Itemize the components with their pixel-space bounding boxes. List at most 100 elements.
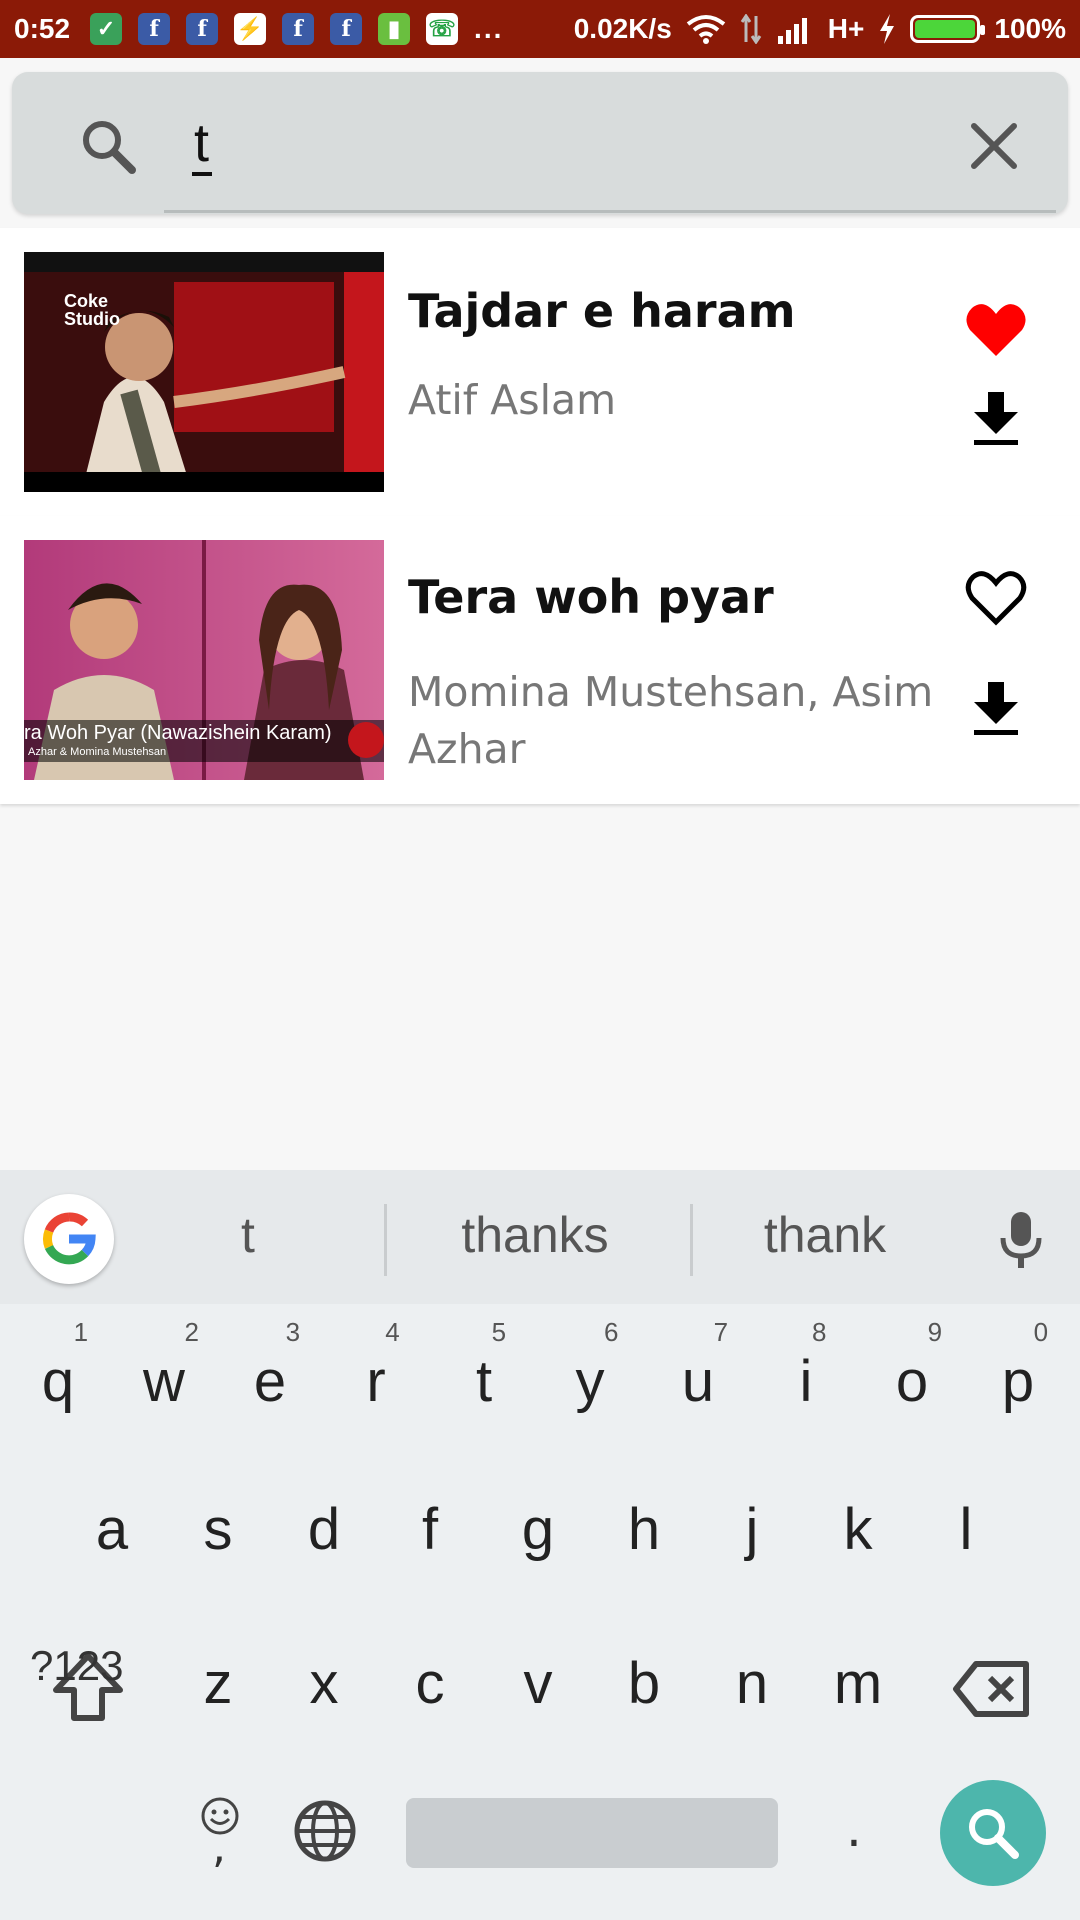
key-o[interactable]: o9 [872,1317,952,1415]
heart-outline-icon[interactable] [964,568,1028,628]
key-label: y6 [575,1317,619,1414]
key-h[interactable]: h [604,1496,684,1563]
suggestion-1[interactable]: t [200,1206,296,1264]
key-label: z [203,1651,233,1716]
key-label: q1 [41,1317,89,1414]
data-arrows-icon [740,14,762,44]
key-label: k [843,1497,873,1562]
key-p[interactable]: p0 [978,1317,1058,1415]
key-l[interactable]: l [926,1496,1006,1563]
key-k[interactable]: k [818,1496,898,1563]
battery-app-icon: ▮ [378,13,411,45]
text-cursor [192,172,212,176]
key-hint: 2 [184,1317,199,1347]
key-label: u7 [681,1317,729,1414]
heart-filled-icon[interactable] [964,300,1028,360]
key-label: a [95,1497,129,1562]
key-hint: 1 [73,1317,89,1347]
key-d[interactable]: d [284,1496,364,1563]
thumbnail-subcaption: Azhar & Momina Mustehsan [28,746,167,758]
search-underline [164,210,1056,213]
overflow-dots: ... [474,13,504,44]
key-label: b [627,1651,661,1716]
facebook-icon: f [186,13,219,45]
facebook-icon: f [138,13,171,45]
key-label: m [833,1651,883,1716]
key-z[interactable]: z [178,1650,258,1717]
key-s[interactable]: s [178,1496,258,1563]
close-icon[interactable] [962,114,1026,178]
period-key[interactable]: . [846,1800,862,1858]
key-v[interactable]: v [498,1650,578,1717]
suggestion-3[interactable]: thank [720,1206,930,1264]
song-title: Tera woh pyar [408,570,774,624]
key-r[interactable]: r4 [336,1317,416,1415]
key-label: v [523,1651,553,1716]
key-hint: 9 [927,1317,943,1347]
shield-icon: ✓ [90,13,123,45]
suggestion-2[interactable]: thanks [430,1206,640,1264]
list-item[interactable]: ra Woh Pyar (Nawazishein Karam) Azhar & … [0,516,1080,804]
suggestion-divider [690,1204,693,1276]
key-hint: 6 [604,1317,619,1347]
key-hint: 5 [491,1317,507,1347]
key-label: w2 [143,1317,199,1414]
key-x[interactable]: x [284,1650,364,1717]
wifi-icon [686,15,726,44]
download-icon[interactable] [970,680,1022,736]
facebook-icon: f [282,13,315,45]
key-label: x [309,1651,339,1716]
facebook-icon: f [330,13,363,45]
network-speed: 0.02K/s [573,13,672,44]
suggestion-strip: t thanks thank [0,1170,1080,1304]
key-label: p0 [1001,1317,1049,1414]
song-thumbnail: ra Woh Pyar (Nawazishein Karam) Azhar & … [24,540,384,780]
search-input[interactable]: t [194,112,209,174]
microphone-icon[interactable] [996,1210,1046,1270]
key-label: r4 [366,1317,400,1414]
key-hint: 3 [285,1317,301,1347]
search-action-key[interactable] [940,1780,1046,1886]
key-g[interactable]: g [498,1496,578,1563]
google-icon[interactable] [24,1194,114,1284]
key-t[interactable]: t5 [444,1317,524,1415]
key-u[interactable]: u7 [658,1317,738,1415]
key-i[interactable]: i8 [766,1317,846,1415]
charging-icon [880,14,895,44]
key-label: g [521,1497,555,1562]
symbols-key[interactable]: ?123 [30,1642,123,1690]
thumbnail-caption: ra Woh Pyar (Nawazishein Karam) [24,722,332,744]
key-j[interactable]: j [712,1496,792,1563]
search-icon [83,121,136,174]
key-hint: 0 [1033,1317,1049,1347]
key-m[interactable]: m [818,1650,898,1717]
backspace-icon[interactable] [952,1660,1032,1718]
list-item[interactable]: Coke Studio Tajdar e haram Atif Aslam [0,228,1080,516]
space-key[interactable] [406,1798,778,1868]
key-label: l [959,1497,973,1562]
key-e[interactable]: e3 [230,1317,310,1415]
key-f[interactable]: f [390,1496,470,1563]
key-q[interactable]: q1 [18,1317,98,1415]
key-label: n [735,1651,769,1716]
comma-label: , [212,1822,226,1873]
download-icon[interactable] [970,390,1022,446]
network-type: H+ [827,13,865,44]
key-y[interactable]: y6 [550,1317,630,1415]
key-b[interactable]: b [604,1650,684,1717]
song-artist: Momina Mustehsan, Asim Azhar [408,668,934,773]
key-label: o9 [895,1317,943,1414]
key-c[interactable]: c [390,1650,470,1717]
emoji-comma-key[interactable]: , [198,1794,242,1874]
key-label: f [421,1497,439,1562]
key-a[interactable]: a [72,1496,152,1563]
key-label: d [307,1497,341,1562]
song-thumbnail: Coke Studio [24,252,384,492]
key-w[interactable]: w2 [124,1317,204,1415]
search-icon [969,1809,1019,1859]
status-bar: 0:52 ✓ f f ⚡ f f ▮ ☏ ... 0.02K/s H+ 100% [0,0,1080,58]
battery-icon [910,15,986,43]
globe-icon[interactable] [292,1798,358,1864]
key-n[interactable]: n [712,1650,792,1717]
song-title: Tajdar e haram [408,284,796,338]
